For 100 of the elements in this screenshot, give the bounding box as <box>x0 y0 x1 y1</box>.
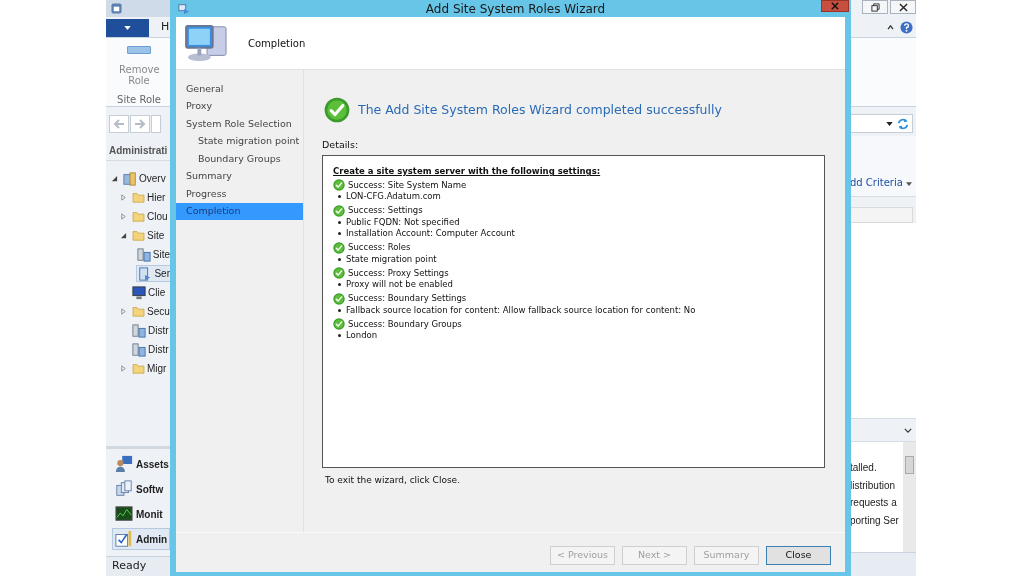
message-text: requests a <box>850 496 898 510</box>
tree-item[interactable]: Migr <box>130 360 169 377</box>
workspace-button[interactable]: Softw <box>112 478 170 500</box>
wizard-button[interactable]: Close <box>766 546 831 565</box>
chevron-down-icon[interactable] <box>904 427 912 433</box>
workspace-button[interactable]: Monit <box>112 503 170 525</box>
help-icon[interactable] <box>900 20 913 34</box>
wizard-step[interactable]: Proxy <box>176 97 303 115</box>
remove-role-button[interactable]: Remove Role <box>111 46 167 86</box>
success-icon <box>333 318 345 330</box>
folder-icon <box>132 306 145 317</box>
back-button[interactable] <box>109 114 129 133</box>
status-text: Ready <box>112 558 147 575</box>
wizard-step[interactable]: Summary <box>176 167 303 185</box>
ribbon-tab[interactable]: H <box>161 18 170 35</box>
servers-icon <box>132 342 146 357</box>
success-icon <box>333 267 345 279</box>
detail-title: Success: Proxy Settings <box>348 266 449 280</box>
bullet-icon <box>338 334 341 338</box>
workspace-button[interactable]: Admin <box>112 528 170 550</box>
tree-item[interactable]: Overv <box>121 170 168 187</box>
wizard-step[interactable]: Progress <box>176 185 303 203</box>
detail-item: London <box>346 329 378 343</box>
scrollbar[interactable] <box>903 442 916 552</box>
wizard-step[interactable]: System Role Selection <box>176 115 303 133</box>
tree-item[interactable]: Clie <box>130 284 168 301</box>
message-text: listribution <box>850 478 897 493</box>
collapse-arrow-icon[interactable] <box>111 175 118 182</box>
person-icon <box>115 455 133 473</box>
tree-item[interactable]: Clou <box>130 208 170 225</box>
result-heading: The Add Site System Roles Wizard completed successfully <box>358 100 722 119</box>
footer-text: To exit the wizard, click Close. <box>325 474 461 488</box>
restore-button[interactable] <box>862 0 888 14</box>
tree-item[interactable]: Hier <box>130 189 168 206</box>
tree-item[interactable]: Distr <box>130 341 171 358</box>
success-icon <box>333 204 345 217</box>
message-text: porting Ser <box>850 513 900 528</box>
tree-item[interactable]: Ser <box>136 265 172 282</box>
forward-button[interactable] <box>130 114 150 133</box>
folder-icon <box>132 230 145 241</box>
bullet-icon <box>338 283 341 287</box>
details-label: Details: <box>322 138 360 152</box>
detail-item: Fallback source location for content: Allow fallback source location for content: No <box>346 303 696 317</box>
caret-icon <box>124 26 131 30</box>
detail-title: Success: Roles <box>348 241 411 254</box>
success-icon <box>333 292 345 305</box>
add-criteria-link[interactable]: dd Criteria <box>850 175 903 190</box>
wizard-icon <box>178 2 190 15</box>
detail-title: Success: Boundary Groups <box>348 317 462 331</box>
tree-item[interactable]: Distr <box>130 322 171 339</box>
overview-icon <box>123 171 137 186</box>
wizard-step[interactable]: State migration point <box>176 132 303 150</box>
wizard-step[interactable]: Completion <box>176 202 303 220</box>
detail-item: State migration point <box>346 252 437 266</box>
detail-item: Proxy will not be enabled <box>346 278 453 292</box>
folder-icon <box>132 363 145 374</box>
workspace-title: Administrati <box>109 144 168 158</box>
detail-item: LON-CFG.Adatum.com <box>346 190 441 204</box>
restore-icon <box>870 2 880 12</box>
expand-arrow-icon[interactable] <box>120 194 127 201</box>
monitoring-icon <box>115 505 133 523</box>
bullet-icon <box>338 308 341 312</box>
forward-arrow-icon <box>134 117 146 130</box>
servers-icon <box>132 323 146 338</box>
success-icon <box>333 241 345 254</box>
tree-item[interactable]: Site <box>134 246 172 263</box>
tree-item[interactable]: Secu <box>130 303 172 320</box>
details-heading: Create a site system server with the following settings: <box>333 165 602 178</box>
refresh-icon[interactable] <box>897 117 909 130</box>
bullet-icon <box>338 257 341 261</box>
back-arrow-icon <box>113 117 125 130</box>
wizard-step[interactable]: Boundary Groups <box>176 150 303 168</box>
collapse-ribbon-icon[interactable] <box>887 24 894 30</box>
servers-icon <box>136 247 151 262</box>
success-icon <box>333 179 345 191</box>
collapse-arrow-icon[interactable] <box>120 232 127 239</box>
expand-arrow-icon[interactable] <box>120 308 127 315</box>
close-button[interactable] <box>890 0 916 14</box>
window-title: Add Site System Roles Wizard <box>425 0 606 18</box>
caret-icon <box>886 121 893 126</box>
expand-arrow-icon[interactable] <box>120 213 127 220</box>
wizard-step[interactable]: General <box>176 80 303 98</box>
detail-title: Success: Site System Name <box>348 178 467 192</box>
ribbon-group-label: Site Role <box>117 93 161 107</box>
expand-arrow-icon[interactable] <box>120 365 127 372</box>
computer-icon <box>184 23 230 63</box>
bullet-icon <box>338 220 341 224</box>
detail-title: Success: Settings <box>348 204 423 217</box>
page-title: Completion <box>248 36 306 51</box>
detail-title: Success: Boundary Settings <box>348 292 467 305</box>
tree-item[interactable]: Site <box>130 227 167 244</box>
bullet-icon <box>338 232 341 236</box>
bullet-icon <box>338 195 341 199</box>
workspace-button[interactable]: Assets <box>112 453 170 475</box>
close-icon <box>898 2 908 12</box>
server-icon <box>138 266 153 281</box>
folder-icon <box>132 192 145 203</box>
success-icon <box>324 97 350 123</box>
search-dropdown[interactable] <box>850 114 913 133</box>
boxes-icon <box>115 480 133 498</box>
